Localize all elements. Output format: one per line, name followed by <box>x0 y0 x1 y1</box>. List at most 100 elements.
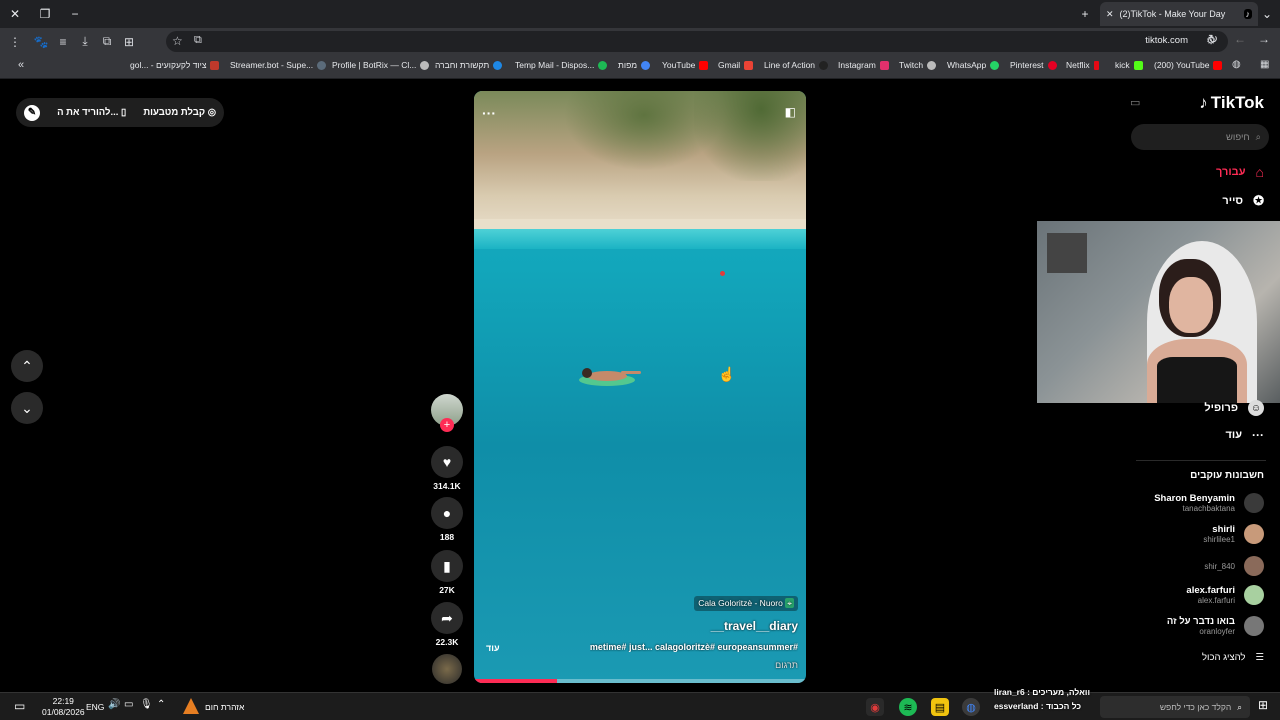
caption-more-link[interactable]: עוד <box>486 643 500 653</box>
nav-explore[interactable]: סייר ✪ <box>1222 193 1264 209</box>
address-bar[interactable]: ☆ ⧉ tiktok.com ⚙ <box>166 31 1228 52</box>
translate-link[interactable]: תרגום <box>775 660 798 670</box>
video-cliff-scene <box>474 91 806 231</box>
followed-account[interactable]: shir_840 <box>1204 556 1264 576</box>
notification-icon[interactable]: ▭ <box>14 699 25 713</box>
tab-close-icon[interactable]: ✕ <box>1106 9 1114 20</box>
windows-start-icon[interactable]: ⊞ <box>1258 698 1268 712</box>
video-author[interactable]: __travel__diary <box>711 619 798 633</box>
extensions-icon[interactable]: ⧉ <box>96 31 118 53</box>
save-button[interactable]: ▮ 27K <box>430 550 464 595</box>
app-spotify-icon[interactable]: ≋ <box>899 698 917 716</box>
followed-account[interactable]: shirli shirlilee1 <box>1203 524 1264 544</box>
nav-profile[interactable]: פרופיל ☺ <box>1204 400 1264 416</box>
next-video-button[interactable]: ⌄ <box>11 392 43 424</box>
back-icon[interactable]: ← <box>1234 32 1246 46</box>
tab-search-icon[interactable]: ⌄ <box>1258 5 1276 23</box>
follow-plus-icon[interactable]: + <box>440 418 454 432</box>
bookmark-item[interactable]: Temp Mail - Dispos... <box>515 60 608 70</box>
bookmark-item[interactable]: Profile | BotRix — Cl... <box>332 60 430 70</box>
get-coins-pill[interactable]: ✎ להוריד את ה... ▯ קבלת מטבעות ◎ <box>16 98 224 127</box>
reload-icon[interactable]: ↻ <box>1208 32 1218 46</box>
like-button[interactable]: ♥ 314.1K <box>430 446 464 491</box>
forward-icon[interactable]: → <box>1258 32 1270 46</box>
get-coins-label[interactable]: קבלת מטבעות ◎ <box>143 107 216 118</box>
speaker-icon[interactable]: 🔊 <box>108 699 120 710</box>
bookmark-item[interactable]: Netflix <box>1066 60 1099 70</box>
cast-icon[interactable]: ⧉ <box>194 34 202 47</box>
taskbar-search-input[interactable]: הקלד כאן כדי לחפש ⌕ <box>1100 696 1250 718</box>
bookmark-item[interactable]: WhatsApp <box>947 60 1000 70</box>
minimize-window-icon[interactable]: − <box>66 5 84 23</box>
language-indicator[interactable]: ENG <box>86 702 104 712</box>
bookmarks-expand-icon[interactable]: « <box>18 59 24 71</box>
followed-account[interactable]: בואו נדבר על זה oranloyfer <box>1167 616 1264 636</box>
bookmark-star-icon[interactable]: ☆ <box>172 34 183 48</box>
all-bookmarks-icon[interactable]: ▦ <box>1260 59 1269 70</box>
bookmark-item[interactable]: YouTube <box>662 60 709 70</box>
close-window-icon[interactable]: ✕ <box>6 5 24 23</box>
app-file-explorer-icon[interactable]: ▤ <box>931 698 949 716</box>
avatar <box>1244 524 1264 544</box>
location-tag[interactable]: Cala Goloritzè - Nuoro ⌖ <box>694 596 798 611</box>
reading-list-icon[interactable]: ≡ <box>52 31 74 53</box>
network-icon[interactable]: ▭ <box>124 699 133 710</box>
app-obs-icon[interactable]: ◉ <box>866 698 884 716</box>
video-progress-bar[interactable] <box>474 679 806 683</box>
bookmark-item[interactable]: (200) YouTube <box>1154 60 1223 70</box>
heat-warning-icon <box>183 698 199 714</box>
home-icon: ⌂ <box>1255 164 1264 180</box>
sound-disc-button[interactable] <box>430 654 464 684</box>
download-app-label[interactable]: להוריד את ה... ▯ <box>57 107 126 118</box>
bookmark-item[interactable]: gol... - ציוד לקעקועים <box>130 60 220 70</box>
download-icon[interactable]: ⤓ <box>74 31 96 53</box>
video-more-options-icon[interactable]: ··· <box>482 105 496 121</box>
bookmark-item[interactable]: מפות <box>618 60 651 70</box>
nav-for-you[interactable]: עבורך ⌂ <box>1216 164 1264 180</box>
bookmark-item[interactable]: Gmail <box>718 60 754 70</box>
bookmark-item[interactable]: Twitch <box>899 60 937 70</box>
new-tab-icon[interactable]: + <box>1076 5 1094 23</box>
video-player[interactable]: ··· ◧ ☝ Cala Goloritzè - Nuoro ⌖ __trave… <box>474 91 806 683</box>
show-all-link[interactable]: להציג הכול ☰ <box>1202 652 1264 663</box>
bookmark-item[interactable]: תקשורת וחברה <box>435 60 503 70</box>
followed-account[interactable]: Sharon Benyamin tanachbaktana <box>1154 493 1264 513</box>
restore-window-icon[interactable]: ❐ <box>36 5 54 23</box>
browser-tab-bar: ✕ ❐ − + ✕ (2)TikTok - Make Your Day ♪ ⌄ <box>0 0 1280 28</box>
app-chrome-icon[interactable]: ◍ <box>962 698 980 716</box>
previous-video-button[interactable]: ⌃ <box>11 350 43 382</box>
bookmark-item[interactable]: Streamer.bot - Supe... <box>230 60 327 70</box>
avatar <box>1244 493 1264 513</box>
search-input[interactable]: ⌕ חיפוש <box>1131 124 1269 150</box>
bookmark-item[interactable]: Line of Action <box>764 60 829 70</box>
translate-icon[interactable]: ⊞ <box>118 31 140 53</box>
globe-icon[interactable]: ◍ <box>1232 59 1241 70</box>
video-caption: metime# just... calagoloritzè# europeans… <box>589 642 798 652</box>
share-button[interactable]: ➦ 22.3K <box>430 602 464 647</box>
active-tab[interactable]: ✕ (2)TikTok - Make Your Day ♪ <box>1100 2 1258 26</box>
bookmark-icon: ▮ <box>431 550 463 582</box>
bookmark-item[interactable]: kick <box>1115 60 1143 70</box>
bookmark-favicon-icon <box>493 60 503 70</box>
clock[interactable]: 22:19 01/08/2026 <box>42 696 85 718</box>
tiktok-note-icon: ♪ <box>1199 93 1208 112</box>
extension-avatar-icon[interactable]: 🐾 <box>30 31 52 53</box>
location-icon: ⌖ <box>785 598 794 608</box>
bookmark-favicon-icon <box>1213 60 1223 70</box>
url-text: tiktok.com <box>1145 35 1188 46</box>
search-placeholder: חיפוש <box>1225 131 1250 143</box>
comment-button[interactable]: ● 188 <box>430 497 464 542</box>
followed-account[interactable]: alex.farfuri alex.farfuri <box>1186 585 1264 605</box>
weather-widget[interactable]: אזהרת חום <box>205 702 244 712</box>
collapse-sidebar-icon[interactable]: ▭ <box>1130 96 1140 109</box>
menu-dots-icon[interactable]: ⋮ <box>4 31 26 53</box>
bookmark-item[interactable]: Instagram <box>838 60 889 70</box>
tray-expand-icon[interactable]: ⌃ <box>157 699 165 710</box>
tiktok-logo[interactable]: ♪ TikTok <box>1199 93 1264 113</box>
microphone-icon[interactable]: 🎙 <box>140 699 153 710</box>
volume-icon[interactable]: ◧ <box>785 105 796 119</box>
nav-more[interactable]: עוד ··· <box>1225 428 1264 442</box>
author-avatar-button[interactable]: + <box>430 394 464 432</box>
bookmark-item[interactable]: Pinterest <box>1010 60 1057 70</box>
share-icon: ➦ <box>431 602 463 634</box>
